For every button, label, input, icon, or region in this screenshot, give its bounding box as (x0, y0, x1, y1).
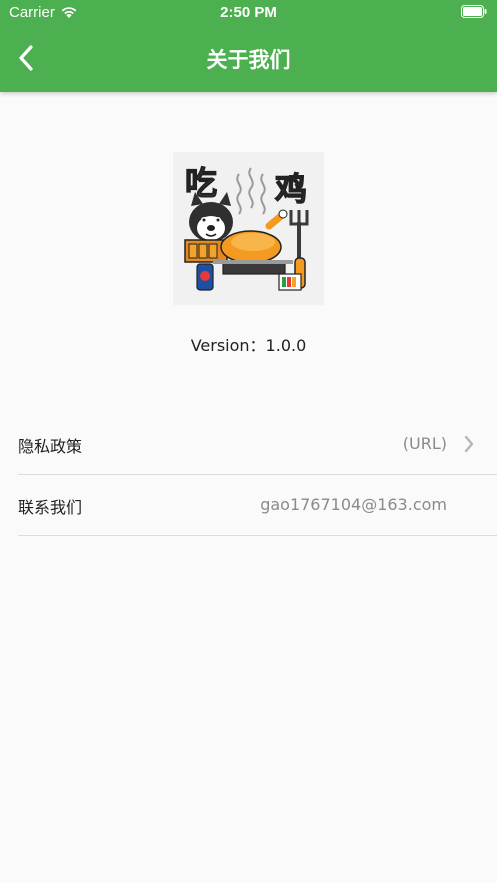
page-title: 关于我们 (206, 48, 291, 72)
navigation-bar: 关于我们 (0, 30, 497, 86)
contact-us-row[interactable]: 联系我们 gao1767104@163.com (18, 475, 497, 536)
logo-text-right: 鸡 (274, 170, 307, 208)
app-logo: 吃 鸡 (173, 152, 324, 305)
contact-us-label: 联系我们 (18, 498, 83, 517)
privacy-policy-label: 隐私政策 (18, 437, 83, 456)
contact-email: gao1767104@163.com (260, 495, 447, 514)
version-label: Version：1.0.0 (190, 336, 307, 355)
logo-text-left: 吃 (185, 164, 217, 202)
chevron-right-icon (464, 435, 474, 453)
privacy-policy-value: (URL) (402, 434, 447, 453)
privacy-policy-row[interactable]: 隐私政策 (URL) (18, 414, 497, 475)
app-header: Carrier 2:50 PM 关于我们 (0, 0, 497, 92)
status-time: 2:50 PM (220, 4, 277, 21)
status-bar: Carrier 2:50 PM (0, 0, 497, 26)
battery-icon (461, 5, 487, 18)
